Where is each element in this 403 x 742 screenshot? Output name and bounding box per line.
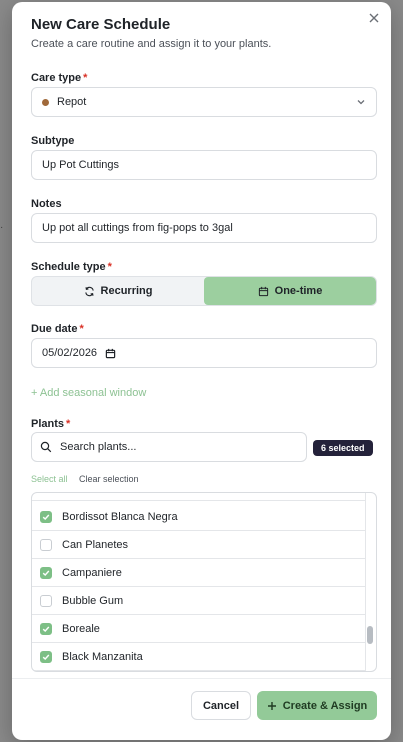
notes-input[interactable]: Up pot all cuttings from fig-pops to 3ga… (31, 213, 377, 243)
subtype-label: Subtype (31, 135, 75, 147)
list-item-partial[interactable] (32, 492, 366, 501)
check-icon (42, 626, 50, 632)
plant-name: Campaniere (62, 566, 122, 579)
schedule-type-label: Schedule type * (31, 261, 112, 273)
background-fragment: · (0, 222, 4, 233)
due-date-label: Due date * (31, 323, 84, 335)
checkbox-checked[interactable] (40, 622, 52, 635)
search-placeholder: Search plants... (60, 441, 137, 453)
schedule-type-toggle: Recurring One-time (31, 276, 377, 306)
check-icon (42, 514, 50, 520)
footer-divider (12, 678, 391, 679)
one-time-button[interactable]: One-time (204, 277, 376, 305)
search-icon (40, 441, 52, 453)
plants-label: Plants * (31, 418, 71, 430)
care-type-select[interactable]: Repot (31, 87, 377, 117)
one-time-label: One-time (274, 285, 323, 297)
care-type-value: Repot (57, 96, 87, 108)
selected-count-badge: 6 selected (313, 440, 373, 456)
plus-icon (267, 701, 276, 710)
list-item[interactable]: Bordissot Blanca Negra (32, 503, 366, 531)
clear-selection-link[interactable]: Clear selection (79, 474, 139, 484)
care-type-dot (42, 98, 49, 106)
list-item[interactable]: Campaniere (32, 559, 366, 587)
chevron-down-icon (357, 100, 365, 105)
notes-label: Notes (31, 198, 62, 210)
subtype-value: Up Pot Cuttings (42, 159, 120, 171)
list-item[interactable]: Boreale (32, 615, 366, 643)
checkbox-checked[interactable] (40, 650, 52, 663)
check-icon (42, 570, 50, 576)
due-date-value: 05/02/2026 (42, 347, 98, 359)
plant-list-rows: Bordissot Blanca Negra Can Planetes Campan… (32, 492, 366, 671)
plant-name: Bordissot Blanca Negra (62, 510, 178, 523)
checkbox[interactable] (40, 538, 52, 551)
plant-name: Can Planetes (62, 538, 129, 551)
plant-search-input[interactable]: Search plants... (31, 432, 307, 462)
cancel-button[interactable]: Cancel (191, 691, 251, 720)
care-schedule-modal: New Care Schedule Create a care routine … (12, 2, 391, 740)
add-seasonal-window-link[interactable]: + Add seasonal window (31, 387, 146, 399)
modal-title: New Care Schedule (31, 16, 171, 33)
select-all-link[interactable]: Select all (31, 474, 68, 484)
calendar-icon[interactable] (105, 348, 116, 359)
check-icon (42, 654, 50, 660)
checkbox[interactable] (40, 594, 52, 607)
create-assign-label: Create & Assign (282, 699, 368, 712)
list-item[interactable]: Black Manzanita (32, 643, 366, 671)
calendar-icon (258, 286, 268, 296)
checkbox-checked[interactable] (40, 510, 52, 523)
due-date-input[interactable]: 05/02/2026 (31, 338, 377, 368)
modal-subtitle: Create a care routine and assign it to y… (31, 38, 272, 50)
refresh-icon (84, 286, 94, 296)
create-assign-button[interactable]: Create & Assign (257, 691, 377, 720)
checkbox-checked[interactable] (40, 566, 52, 579)
list-item[interactable]: Can Planetes (32, 531, 366, 559)
list-item[interactable]: Bubble Gum (32, 587, 366, 615)
notes-value: Up pot all cuttings from fig-pops to 3ga… (42, 222, 233, 234)
plant-name: Black Manzanita (62, 650, 143, 663)
plant-name: Bubble Gum (62, 594, 124, 607)
checkbox[interactable] (40, 492, 52, 493)
close-icon[interactable] (367, 11, 381, 25)
care-type-label: Care type * (31, 72, 88, 84)
scrollbar-thumb[interactable] (367, 626, 373, 644)
recurring-button[interactable]: Recurring (32, 277, 204, 305)
plant-name: Boreale (62, 622, 100, 635)
subtype-input[interactable]: Up Pot Cuttings (31, 150, 377, 180)
plant-list[interactable]: Bordissot Blanca Negra Can Planetes Campan… (31, 492, 377, 672)
recurring-label: Recurring (100, 285, 153, 297)
